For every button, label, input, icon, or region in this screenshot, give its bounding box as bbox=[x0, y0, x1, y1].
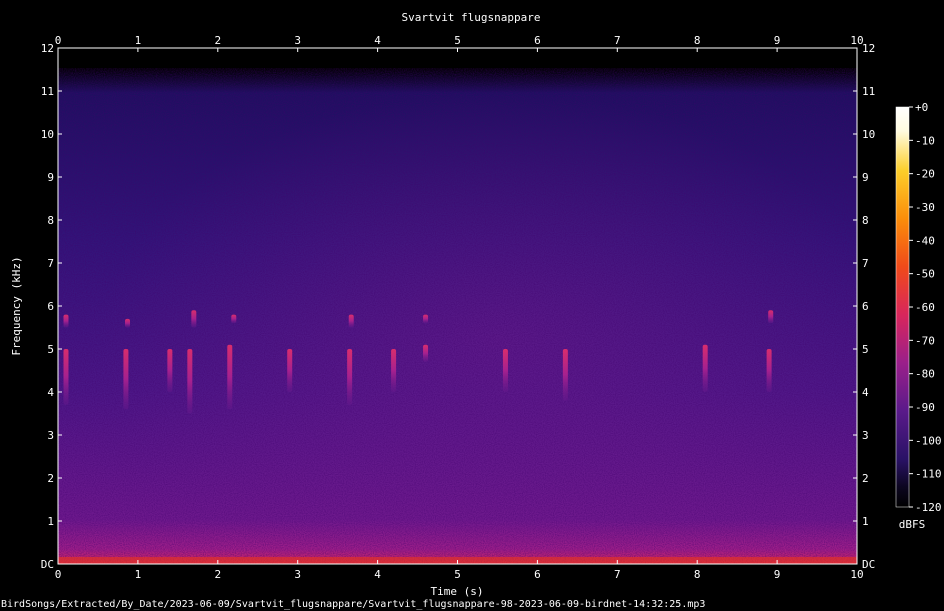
colorbar: +0 -10 -20 -30 -40 -50 -60 -70 -80 -90 -100 -110 -12… bbox=[895, 101, 942, 531]
bird-call-streak bbox=[231, 314, 237, 324]
colorbar-tick-label: -80 bbox=[915, 368, 935, 381]
y-tick-label-right: 11 bbox=[862, 85, 875, 98]
bird-call-streak bbox=[768, 310, 774, 324]
chart-title: Svartvit flugsnappare bbox=[401, 11, 540, 24]
bird-call-streak bbox=[191, 310, 197, 328]
x-tick-label-bottom: 3 bbox=[294, 568, 301, 581]
colorbar-tick-label: -40 bbox=[915, 234, 935, 247]
colorbar-tick-label: -60 bbox=[915, 301, 935, 314]
bird-call-streak bbox=[423, 314, 429, 324]
y-tick-label-left: 2 bbox=[47, 472, 54, 485]
bird-call-streak bbox=[766, 349, 772, 392]
colorbar-tick-label: -50 bbox=[915, 268, 935, 281]
y-tick-label-left: 9 bbox=[47, 171, 54, 184]
colorbar-label: dBFS bbox=[899, 518, 926, 531]
y-tick-label-right: 9 bbox=[862, 171, 869, 184]
bird-call-streak bbox=[187, 349, 193, 414]
y-tick-label-left: 3 bbox=[47, 429, 54, 442]
y-tick-label-left: DC bbox=[41, 558, 54, 571]
x-tick-label-top: 0 bbox=[55, 34, 62, 47]
colorbar-tick-label: +0 bbox=[915, 101, 928, 114]
y-tick-label-right: 7 bbox=[862, 257, 869, 270]
x-axis-title: Time (s) bbox=[431, 585, 484, 598]
y-tick-label-left: 5 bbox=[47, 343, 54, 356]
colorbar-tick-label: -90 bbox=[915, 401, 935, 414]
y-tick-label-right: 1 bbox=[862, 515, 869, 528]
bird-call-streak bbox=[63, 314, 69, 328]
y-tick-label-right: 10 bbox=[862, 128, 875, 141]
colorbar-tick-label: -100 bbox=[915, 434, 942, 447]
spectrogram-noise bbox=[58, 68, 857, 564]
y-tick-label-left: 10 bbox=[41, 128, 54, 141]
bird-call-streak bbox=[423, 344, 429, 362]
bird-call-streak bbox=[348, 314, 354, 328]
x-tick-label-bottom: 8 bbox=[694, 568, 701, 581]
x-tick-label-bottom: 0 bbox=[55, 568, 62, 581]
colorbar-gradient bbox=[895, 106, 910, 508]
x-tick-label-top: 1 bbox=[135, 34, 142, 47]
y-tick-label-right: 6 bbox=[862, 300, 869, 313]
bird-call-streak bbox=[562, 349, 568, 401]
spectrogram-figure: 001122334455667788991010DC DC1 12 23 34 45 56 6… bbox=[1, 11, 942, 610]
x-tick-label-top: 3 bbox=[294, 34, 301, 47]
y-tick-label-left: 7 bbox=[47, 257, 54, 270]
colorbar-tick-label: -120 bbox=[915, 501, 942, 514]
colorbar-tick-label: -30 bbox=[915, 201, 935, 214]
y-axis-title: Frequency (kHz) bbox=[10, 256, 23, 355]
y-tick-label-right: 5 bbox=[862, 343, 869, 356]
bird-call-streak bbox=[502, 349, 508, 392]
y-tick-label-right: 12 bbox=[862, 42, 875, 55]
bird-call-streak bbox=[287, 349, 293, 392]
x-tick-label-bottom: 6 bbox=[534, 568, 541, 581]
bird-call-streak bbox=[125, 318, 131, 328]
x-tick-label-top: 9 bbox=[774, 34, 781, 47]
bird-call-streak bbox=[123, 349, 129, 410]
y-tick-label-right: 2 bbox=[862, 472, 869, 485]
y-tick-label-right: 4 bbox=[862, 386, 869, 399]
y-tick-label-left: 8 bbox=[47, 214, 54, 227]
y-tick-label-left: 4 bbox=[47, 386, 54, 399]
x-tick-label-bottom: 7 bbox=[614, 568, 621, 581]
x-tick-label-top: 6 bbox=[534, 34, 541, 47]
y-tick-label-right: 8 bbox=[862, 214, 869, 227]
bird-call-streak bbox=[391, 349, 397, 392]
y-tick-label-left: 6 bbox=[47, 300, 54, 313]
x-tick-label-bottom: 9 bbox=[774, 568, 781, 581]
x-tick-label-top: 8 bbox=[694, 34, 701, 47]
bird-call-streak bbox=[347, 349, 353, 405]
x-tick-label-bottom: 1 bbox=[135, 568, 142, 581]
x-tick-label-bottom: 4 bbox=[374, 568, 381, 581]
y-tick-label-left: 11 bbox=[41, 85, 54, 98]
y-tick-label-left: 1 bbox=[47, 515, 54, 528]
bird-call-streak bbox=[167, 349, 173, 392]
y-tick-label-left: 12 bbox=[41, 42, 54, 55]
bird-call-streak bbox=[63, 349, 69, 405]
x-tick-label-top: 7 bbox=[614, 34, 621, 47]
colorbar-tick-label: -20 bbox=[915, 168, 935, 181]
x-tick-label-top: 2 bbox=[214, 34, 221, 47]
colorbar-tick-label: -110 bbox=[915, 468, 942, 481]
bird-call-streak bbox=[227, 344, 233, 410]
y-tick-label-right: DC bbox=[862, 558, 875, 571]
source-file-path: BirdSongs/Extracted/By_Date/2023-06-09/S… bbox=[1, 599, 705, 610]
bird-call-streak bbox=[702, 344, 708, 392]
y-tick-label-right: 3 bbox=[862, 429, 869, 442]
spectrogram-plot bbox=[58, 68, 857, 564]
x-tick-label-top: 4 bbox=[374, 34, 381, 47]
x-tick-label-bottom: 5 bbox=[454, 568, 461, 581]
colorbar-ticks: +0 -10 -20 -30 -40 -50 -60 -70 -80 -90 -100 -110 -12… bbox=[909, 101, 942, 514]
colorbar-tick-label: -10 bbox=[915, 134, 935, 147]
x-tick-label-top: 5 bbox=[454, 34, 461, 47]
colorbar-tick-label: -70 bbox=[915, 334, 935, 347]
x-tick-label-bottom: 2 bbox=[214, 568, 221, 581]
